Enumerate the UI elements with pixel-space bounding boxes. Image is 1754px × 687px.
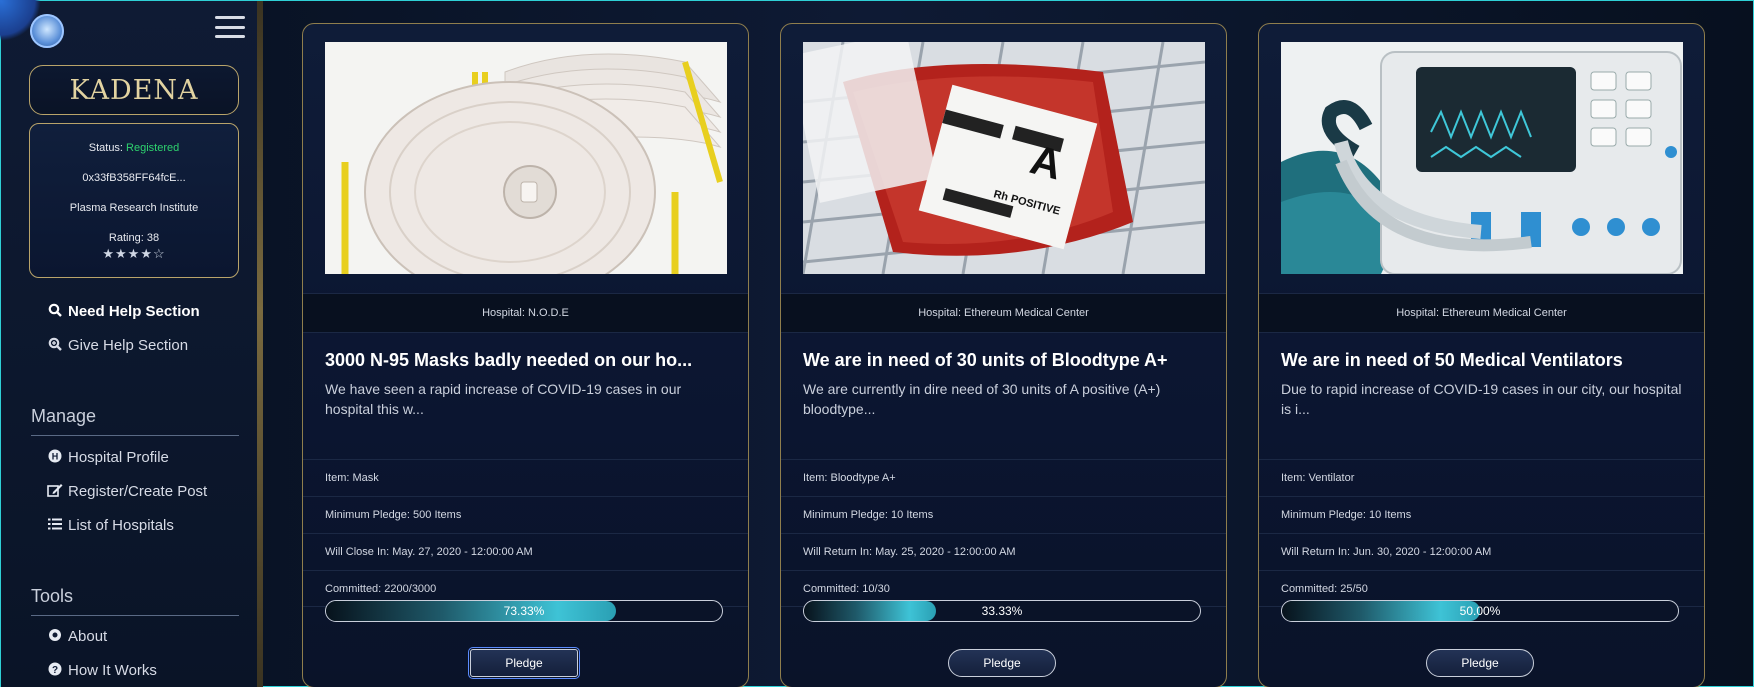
mask-image (325, 42, 727, 274)
nav-hospital-profile-label: Hospital Profile (68, 449, 169, 466)
hamburger-menu-icon[interactable] (215, 16, 245, 38)
card-title[interactable]: We are in need of 50 Medical Ventilators (1281, 350, 1686, 371)
ventilator-image (1281, 42, 1683, 274)
hospital-name: Hospital: Ethereum Medical Center (1259, 293, 1704, 333)
card-description: We are currently in dire need of 30 unit… (803, 381, 1161, 417)
item-row: Item: Bloodtype A+ (781, 459, 1226, 496)
rating-stars: ★★★★☆ (102, 246, 166, 261)
request-card: A Rh POSITIVE Hospital: Ethereum Medical… (780, 23, 1227, 687)
nav-register-post[interactable]: Register/Create Post (47, 483, 207, 500)
deadline-row: Will Return In: Jun. 30, 2020 - 12:00:00… (1259, 533, 1704, 570)
nav-need-help[interactable]: Need Help Section (47, 303, 200, 320)
nav-give-help-label: Give Help Section (68, 337, 189, 354)
status-value: Registered (126, 142, 180, 154)
svg-text:H: H (52, 452, 59, 462)
manage-section-title: Manage (31, 406, 239, 436)
status-line: Status: Registered (30, 142, 238, 154)
item-row: Item: Ventilator (1259, 459, 1704, 496)
nav-how-it-works[interactable]: ? How It Works (47, 662, 157, 679)
progress-bar: 50.00% (1281, 600, 1679, 622)
blood-bag-image: A Rh POSITIVE (803, 42, 1205, 274)
wallet-address: 0x33fB358FF64fcE... (82, 172, 186, 184)
brand-logo[interactable]: KADENA (29, 65, 239, 115)
nav-about[interactable]: About (47, 628, 107, 645)
hospital-name: Hospital: Ethereum Medical Center (781, 293, 1226, 333)
nav-give-help[interactable]: Give Help Section (47, 337, 188, 354)
progress-bar: 73.33% (325, 600, 723, 622)
pledge-button[interactable]: Pledge (1426, 649, 1534, 677)
svg-text:?: ? (52, 665, 58, 676)
request-card: Hospital: Ethereum Medical Center We are… (1258, 23, 1705, 687)
nav-about-label: About (68, 628, 108, 645)
nav-hospital-profile[interactable]: H Hospital Profile (47, 449, 169, 466)
rating-text: Rating: 38 (108, 232, 160, 244)
progress-bar: 33.33% (803, 600, 1201, 622)
pledge-button[interactable]: Pledge (948, 649, 1056, 677)
item-row: Item: Mask (303, 459, 748, 496)
edit-icon (47, 483, 63, 500)
deadline-row: Will Close In: May. 27, 2020 - 12:00:00 … (303, 533, 748, 570)
min-pledge-row: Minimum Pledge: 10 Items (781, 496, 1226, 533)
nav-register-post-label: Register/Create Post (68, 483, 208, 500)
search-icon (47, 303, 63, 320)
tools-section-title: Tools (31, 586, 239, 616)
account-status-card: Status: Registered 0x33fB358FF64fcE... P… (29, 123, 239, 278)
hospital-icon: H (47, 449, 63, 466)
gears-icon (47, 628, 63, 645)
nav-list-hospitals-label: List of Hospitals (68, 517, 174, 534)
hospital-name: Hospital: N.O.D.E (303, 293, 748, 333)
nav-list-hospitals[interactable]: List of Hospitals (47, 517, 174, 534)
card-description: Due to rapid increase of COVID-19 cases … (1281, 381, 1682, 417)
min-pledge-row: Minimum Pledge: 10 Items (1259, 496, 1704, 533)
organization-name: Plasma Research Institute (69, 202, 199, 214)
card-title[interactable]: 3000 N-95 Masks badly needed on our ho..… (325, 350, 730, 371)
status-label: Status: (88, 142, 127, 154)
pledge-button[interactable]: Pledge (468, 647, 580, 679)
app-logo-icon[interactable] (30, 14, 64, 48)
progress-label: 33.33% (981, 604, 1023, 618)
card-title[interactable]: We are in need of 30 units of Bloodtype … (803, 350, 1208, 371)
progress-label: 73.33% (503, 604, 545, 618)
search-plus-icon (47, 337, 63, 354)
sidebar: KADENA Status: Registered 0x33fB358FF64f… (0, 0, 263, 687)
question-circle-icon: ? (47, 662, 63, 679)
nav-how-it-works-label: How It Works (68, 662, 157, 679)
app-window: KADENA Status: Registered 0x33fB358FF64f… (0, 0, 1754, 687)
request-card: Hospital: N.O.D.E 3000 N-95 Masks badly … (302, 23, 749, 687)
min-pledge-row: Minimum Pledge: 500 Items (303, 496, 748, 533)
nav-need-help-label: Need Help Section (68, 303, 200, 320)
card-description: We have seen a rapid increase of COVID-1… (325, 381, 682, 417)
list-icon (47, 517, 63, 534)
brand-name: KADENA (69, 74, 199, 106)
deadline-row: Will Return In: May. 25, 2020 - 12:00:00… (781, 533, 1226, 570)
progress-label: 50.00% (1459, 604, 1501, 618)
